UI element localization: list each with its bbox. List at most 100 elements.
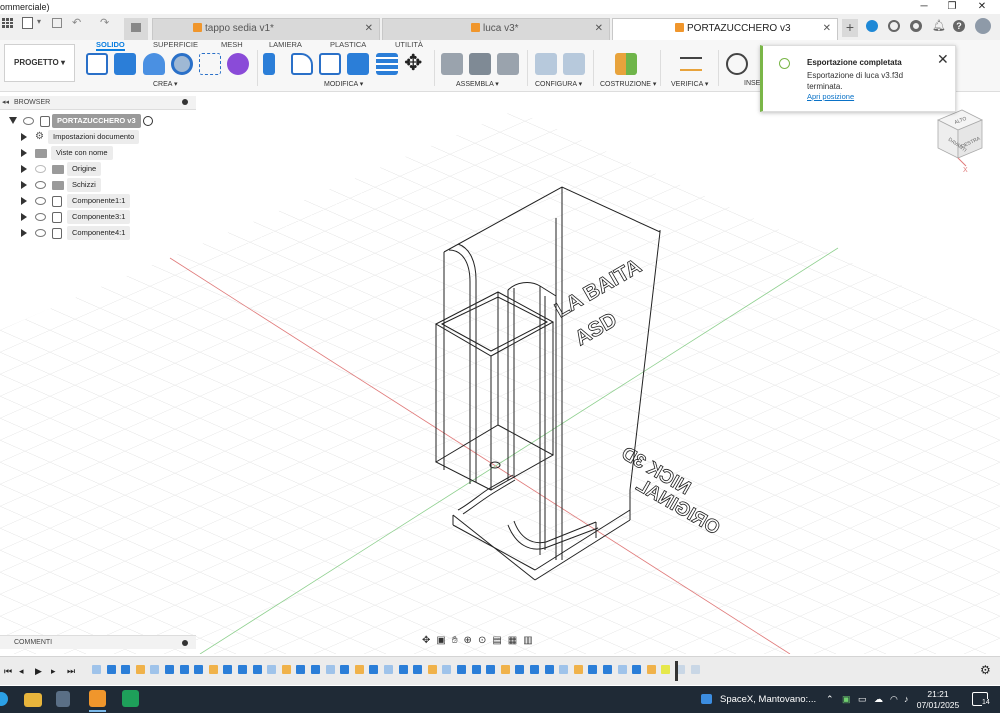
timeline-feature-icon[interactable] (632, 665, 642, 674)
timeline-feature-icon[interactable] (238, 665, 247, 674)
timeline-feature-icon[interactable] (544, 665, 554, 674)
collapse-browser-icon[interactable]: ◂◂ (2, 98, 9, 106)
browser-header[interactable]: ◂◂ BROWSER (0, 96, 196, 110)
fillet-icon[interactable] (291, 53, 313, 75)
add-comment-icon[interactable] (182, 640, 188, 646)
visibility-eye-icon[interactable] (35, 165, 46, 173)
timeline-feature-icon[interactable] (121, 665, 131, 674)
avatar[interactable] (975, 18, 991, 34)
tab-lamiera[interactable]: LAMIERA (269, 40, 302, 49)
tray-display-icon[interactable]: ▭ (858, 694, 867, 705)
timeline-feature-icon[interactable] (369, 665, 379, 674)
timeline-feature-icon[interactable] (530, 665, 539, 674)
timeline-feature-icon[interactable] (457, 665, 466, 674)
visibility-eye-icon[interactable] (35, 229, 46, 237)
minimize-button[interactable]: ─ (912, 0, 936, 14)
new-tab-button[interactable]: + (842, 19, 858, 37)
timeline-feature-icon[interactable] (150, 665, 160, 674)
close-tab-icon[interactable]: ✕ (823, 19, 831, 39)
group-costruzione[interactable]: COSTRUZIONE ▾ (600, 80, 656, 88)
form-icon[interactable] (227, 53, 249, 75)
new-component-icon[interactable] (441, 53, 463, 75)
tab-portazucchero[interactable]: PORTAZUCCHERO v3 ✕ (612, 18, 838, 40)
browser-options-icon[interactable] (182, 99, 188, 105)
activate-radio-icon[interactable] (143, 116, 153, 126)
timeline-feature-icon[interactable] (398, 665, 408, 674)
joint-icon[interactable] (469, 53, 491, 75)
fusion-taskbar-icon[interactable] (89, 690, 106, 707)
timeline-feature-icon[interactable] (194, 665, 204, 674)
go-to-start-icon[interactable]: ⏮ (4, 666, 12, 677)
timeline-feature-icon[interactable] (311, 665, 320, 674)
close-tab-icon[interactable]: ✕ (595, 19, 603, 39)
notifications-icon[interactable]: 🔔︎ (932, 19, 946, 32)
parameters-icon[interactable] (535, 53, 557, 75)
system-clock[interactable]: 21:21 07/01/2025 (916, 689, 960, 711)
group-crea[interactable]: CREA ▾ (153, 80, 178, 88)
timeline-feature-icon[interactable] (384, 665, 393, 674)
expand-arrow-icon[interactable] (21, 229, 27, 237)
extensions-icon[interactable] (866, 20, 878, 32)
create-sketch-icon[interactable] (86, 53, 108, 75)
revolve-icon[interactable] (143, 53, 165, 75)
timeline-feature-icon[interactable] (427, 665, 437, 674)
hole-icon[interactable] (171, 53, 193, 75)
timeline-feature-icon[interactable] (267, 665, 277, 674)
timeline-feature-icon[interactable] (340, 665, 350, 674)
expand-arrow-icon[interactable] (21, 213, 27, 221)
tab-mesh[interactable]: MESH (221, 40, 243, 49)
as-built-joint-icon[interactable] (497, 53, 519, 75)
calculator-icon[interactable] (56, 691, 70, 707)
view-cube[interactable]: DAVANTI DESTRA ALTO X (937, 109, 983, 174)
expand-arrow-icon[interactable] (21, 149, 27, 157)
timeline-feature-icon[interactable] (92, 665, 101, 674)
viewports-icon[interactable]: ▥ (523, 635, 532, 649)
timeline-feature-icon[interactable] (325, 665, 335, 674)
display-settings-icon[interactable]: ▤ (492, 635, 501, 649)
timeline-marker[interactable] (675, 661, 678, 681)
expand-arrow-icon[interactable] (21, 181, 27, 189)
tree-item-componente1[interactable]: Componente1:1 (0, 194, 196, 210)
group-inserisci[interactable]: INSE (744, 80, 760, 87)
onedrive-icon[interactable]: ☁ (874, 694, 883, 705)
tree-item-schizzi[interactable]: Schizzi (0, 178, 196, 194)
help-icon[interactable]: ? (953, 20, 965, 32)
group-verifica[interactable]: VERIFICA ▾ (671, 80, 708, 88)
timeline-settings-icon[interactable]: ⚙ (980, 663, 991, 677)
visibility-eye-icon[interactable] (23, 117, 34, 125)
timeline-feature-icon[interactable] (603, 665, 612, 674)
step-forward-icon[interactable]: ▸ (51, 666, 56, 677)
timeline-feature-icon[interactable] (252, 665, 262, 674)
timeline-features[interactable] (92, 657, 792, 686)
timeline-feature-icon[interactable] (106, 665, 116, 674)
file-explorer-icon[interactable] (24, 693, 42, 707)
move-icon[interactable]: ✥ (404, 50, 422, 76)
workspace-switcher[interactable]: PROGETTO ▾ (4, 44, 75, 82)
insert-icon[interactable] (726, 53, 748, 75)
tree-item-impostazioni[interactable]: ⚙ Impostazioni documento (0, 130, 196, 146)
pan-icon[interactable]: ✋︎ (452, 635, 458, 649)
configure-table-icon[interactable] (563, 53, 585, 75)
timeline-feature-icon[interactable] (208, 665, 218, 674)
volume-icon[interactable]: ♪ (904, 694, 909, 704)
orbit-icon[interactable]: ✥ (422, 635, 430, 649)
timeline-feature-icon[interactable] (646, 665, 656, 674)
offset-face-icon[interactable] (376, 53, 398, 75)
construction-plane-icon[interactable] (615, 53, 637, 75)
tab-luca[interactable]: luca v3* ✕ (382, 18, 610, 40)
undo-icon[interactable]: ↶ (72, 16, 81, 29)
tab-superficie[interactable]: SUPERFICIE (153, 40, 198, 49)
tray-app-icon[interactable]: ▣ (842, 694, 851, 705)
timeline-feature-icon[interactable] (442, 665, 452, 674)
pattern-icon[interactable] (199, 53, 221, 75)
tab-utilita[interactable]: UTILITÀ (395, 40, 423, 49)
tree-item-viste[interactable]: Viste con nome (0, 146, 196, 162)
expand-arrow-icon[interactable] (21, 133, 27, 141)
wifi-icon[interactable]: ◠ (890, 694, 898, 705)
grid-settings-icon[interactable]: ▦ (508, 635, 517, 649)
file-menu-chevron-icon[interactable]: ▾ (37, 17, 41, 26)
expand-arrow-icon[interactable] (21, 165, 27, 173)
fit-icon[interactable]: ⊙ (478, 635, 486, 649)
timeline-feature-icon[interactable] (296, 665, 306, 674)
close-tab-icon[interactable]: ✕ (365, 19, 373, 39)
